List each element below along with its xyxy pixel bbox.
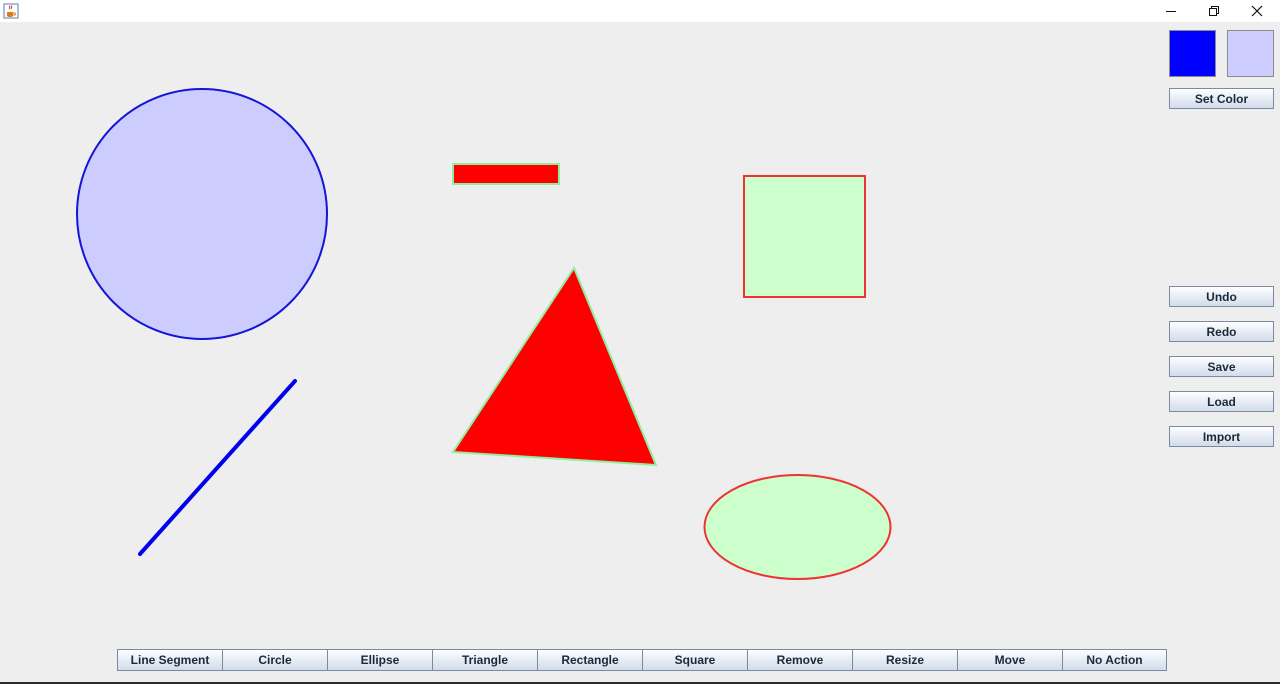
ellipse-shape[interactable] (703, 474, 892, 580)
set-color-button[interactable]: Set Color (1169, 88, 1274, 109)
minimize-button[interactable] (1149, 0, 1193, 22)
save-button[interactable]: Save (1169, 356, 1274, 377)
circle-shape[interactable] (76, 88, 328, 340)
triangle-tool-button[interactable]: Triangle (432, 649, 537, 671)
square-tool-button[interactable]: Square (642, 649, 747, 671)
rectangle-tool-button[interactable]: Rectangle (537, 649, 642, 671)
title-bar (0, 0, 1280, 22)
close-button[interactable] (1235, 0, 1279, 22)
move-tool-button[interactable]: Move (957, 649, 1062, 671)
line-segment-tool-button[interactable]: Line Segment (117, 649, 222, 671)
restore-icon (1209, 6, 1219, 16)
import-button[interactable]: Import (1169, 426, 1274, 447)
restore-button[interactable] (1192, 0, 1236, 22)
resize-tool-button[interactable]: Resize (852, 649, 957, 671)
triangle-shape[interactable] (451, 265, 658, 467)
paint-app-window: Set Color Undo Redo Save Load Import Lin… (0, 0, 1280, 684)
redo-button[interactable]: Redo (1169, 321, 1274, 342)
remove-tool-button[interactable]: Remove (747, 649, 852, 671)
undo-button[interactable]: Undo (1169, 286, 1274, 307)
drawing-canvas[interactable] (0, 22, 1160, 648)
line-segment-shape[interactable] (138, 379, 297, 556)
no-action-tool-button[interactable]: No Action (1062, 649, 1167, 671)
minimize-icon (1166, 11, 1176, 12)
circle-tool-button[interactable]: Circle (222, 649, 327, 671)
ellipse-tool-button[interactable]: Ellipse (327, 649, 432, 671)
rectangle-shape[interactable] (452, 163, 560, 185)
primary-color-swatch[interactable] (1169, 30, 1216, 77)
close-icon (1251, 5, 1263, 17)
secondary-color-swatch[interactable] (1227, 30, 1274, 77)
load-button[interactable]: Load (1169, 391, 1274, 412)
java-coffee-cup-icon (3, 3, 19, 19)
square-shape[interactable] (743, 175, 866, 298)
